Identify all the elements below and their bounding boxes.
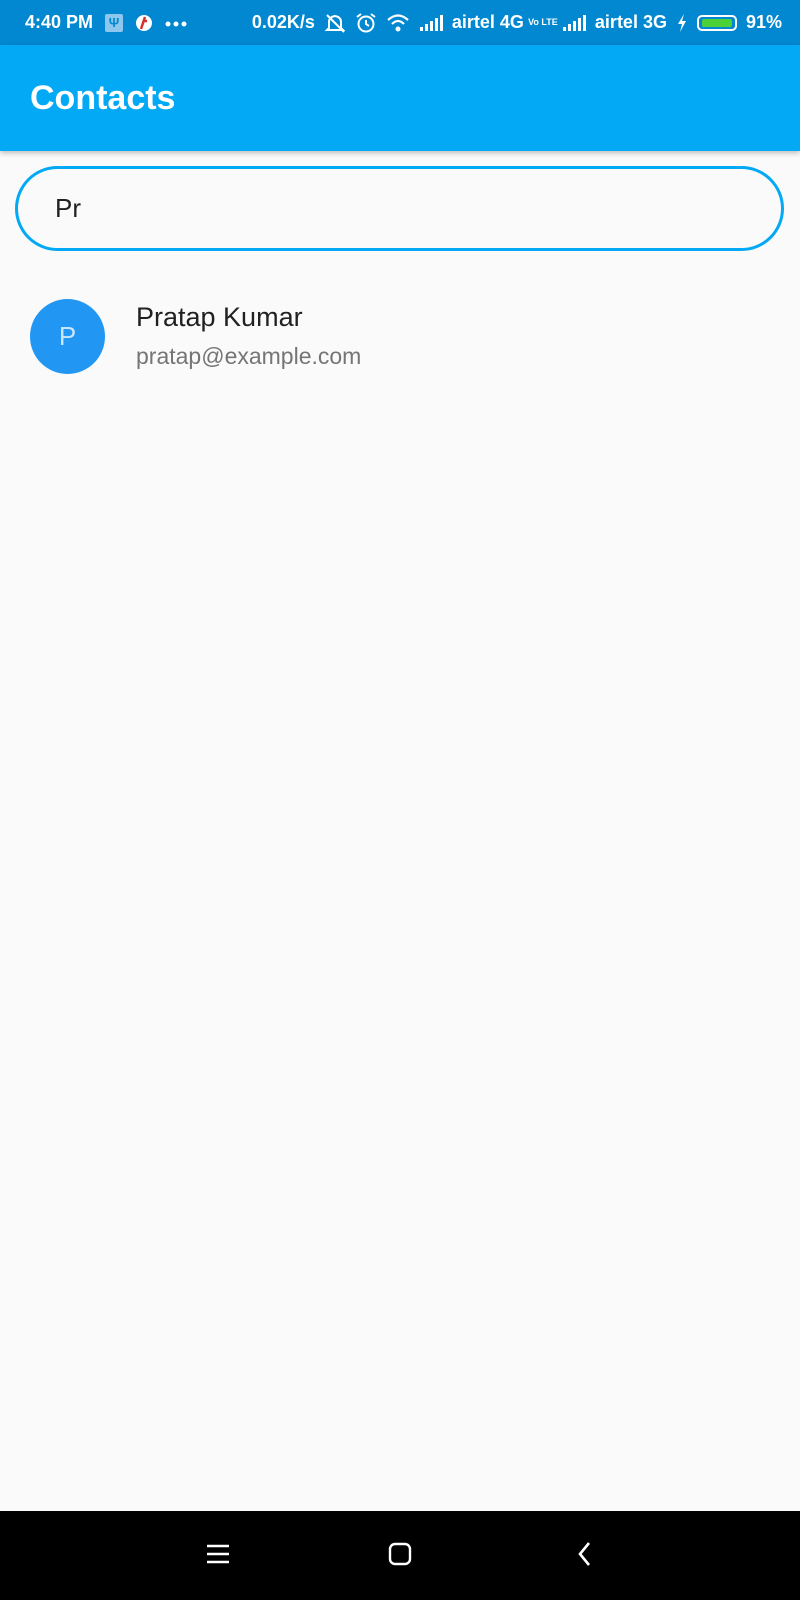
back-icon	[575, 1540, 595, 1573]
battery-icon	[696, 14, 737, 31]
avatar: P	[30, 299, 105, 374]
app-bar: Contacts	[0, 45, 800, 151]
menu-button[interactable]	[193, 1531, 243, 1581]
home-button[interactable]	[375, 1531, 425, 1581]
volte-icon: Vo LTE	[528, 17, 558, 27]
search-field[interactable]	[15, 166, 784, 251]
navigation-bar	[0, 1511, 800, 1600]
search-input[interactable]	[53, 192, 737, 225]
network-speed: 0.02K/s	[251, 12, 315, 32]
menu-icon	[205, 1543, 231, 1570]
signal-icon	[419, 14, 443, 32]
carrier-1: airtel 4G	[451, 12, 524, 32]
app-notification-icon	[135, 13, 153, 33]
contact-list-item[interactable]: P Pratap Kumar pratap@example.com	[0, 290, 800, 380]
signal-icon	[562, 14, 586, 32]
page-title: Contacts	[30, 78, 176, 117]
contact-email: pratap@example.com	[136, 343, 362, 369]
status-bar: 4:40 PM Ψ 0.02K/s airtel 4G Vo LTE airte…	[0, 0, 800, 45]
wifi-icon	[386, 13, 410, 33]
alarm-icon	[355, 12, 377, 34]
battery-fill	[702, 18, 732, 27]
back-button[interactable]	[560, 1531, 610, 1581]
usb-icon: Ψ	[105, 13, 124, 32]
status-time: 4:40 PM	[25, 12, 94, 32]
more-dots-icon	[165, 19, 187, 27]
home-icon	[387, 1541, 413, 1572]
mute-icon	[324, 12, 346, 34]
battery-percent: 91%	[745, 12, 782, 32]
carrier-2: airtel 3G	[594, 12, 667, 32]
charging-icon	[676, 13, 688, 33]
contact-name: Pratap Kumar	[136, 302, 303, 332]
